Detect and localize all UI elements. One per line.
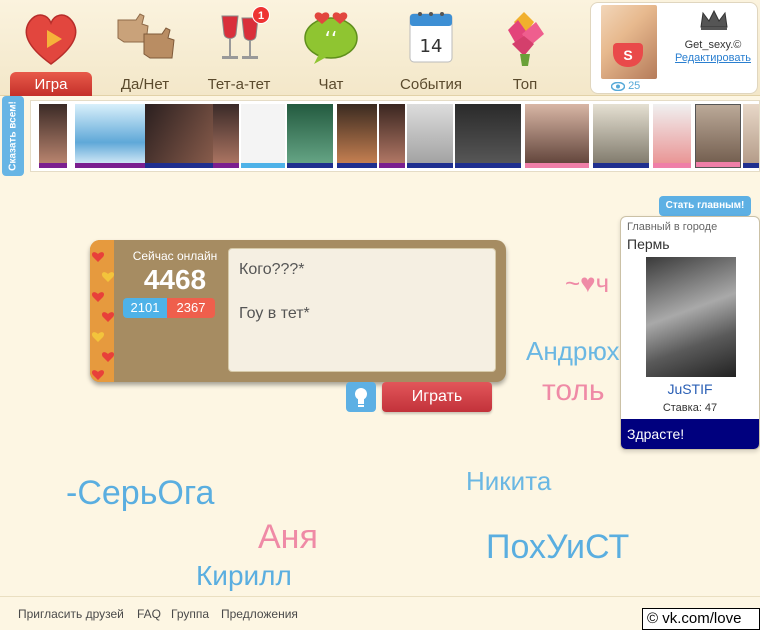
lightbulb-icon xyxy=(355,388,367,407)
name-tag[interactable]: ~♥ч xyxy=(565,268,609,299)
strip-photo[interactable] xyxy=(337,104,377,168)
strip-photo[interactable] xyxy=(145,104,213,168)
strip-photo-bar xyxy=(407,163,453,168)
play-button[interactable]: Играть xyxy=(382,382,492,412)
city-leader-photo[interactable] xyxy=(646,257,736,377)
name-tag[interactable]: Кирилл xyxy=(196,560,292,592)
name-tag[interactable]: ПохУиСТ xyxy=(486,528,629,567)
nav-tete-a-tete[interactable]: 1 Тет-а-тет xyxy=(196,0,282,96)
strip-photo-bar xyxy=(743,163,759,168)
boys-online-count: 2101 xyxy=(123,298,167,318)
thumbs-icon xyxy=(117,13,175,59)
girls-online-count: 2367 xyxy=(167,298,215,318)
strip-photo[interactable] xyxy=(241,104,285,168)
name-tag[interactable]: -СерьОга xyxy=(66,474,214,513)
photo-strip xyxy=(30,100,760,172)
heart-play-icon xyxy=(25,14,77,65)
strip-photo-bar xyxy=(455,163,521,168)
suggestions-link[interactable]: Предложения xyxy=(221,607,298,621)
eye-icon xyxy=(610,81,626,91)
bouquet-icon xyxy=(508,12,544,66)
strip-photo[interactable] xyxy=(743,104,759,168)
nav-tete-a-tete-label: Тет-а-тет xyxy=(207,76,271,93)
profile-views: 25 xyxy=(610,80,641,92)
say-all-label: Сказать всем! xyxy=(7,101,19,171)
edit-profile-link[interactable]: Редактировать xyxy=(667,52,759,64)
chat-heart-icon: ‘‘ xyxy=(304,12,358,64)
faq-link[interactable]: FAQ xyxy=(137,607,161,621)
strip-photo-bar xyxy=(145,163,213,168)
hint-button[interactable] xyxy=(346,382,376,412)
notification-badge: 1 xyxy=(252,6,270,24)
strip-photo-bar xyxy=(653,163,691,168)
strip-photo[interactable] xyxy=(287,104,333,168)
nav-chat[interactable]: ‘‘ Чат xyxy=(288,0,374,96)
message-line: Кого???* xyxy=(239,261,305,278)
svg-text:‘‘: ‘‘ xyxy=(325,27,338,51)
message-box: Кого???* Гоу в тет* xyxy=(228,248,496,372)
message-line: Гоу в тет* xyxy=(239,305,310,322)
strip-photo-bar xyxy=(213,163,239,168)
profile-box: Get_sexy.© Редактировать 25 xyxy=(590,2,758,94)
invite-friends-link[interactable]: Пригласить друзей xyxy=(18,607,124,621)
profile-username: Get_sexy.© xyxy=(684,39,742,51)
nav-events-label: События xyxy=(400,76,462,93)
strip-photo[interactable] xyxy=(695,104,741,168)
strip-photo-bar xyxy=(75,163,145,168)
strip-photo-bar xyxy=(241,163,285,168)
strip-photo-bar xyxy=(337,163,377,168)
nav-yes-no[interactable]: Да/Нет xyxy=(102,0,188,96)
hearts-pattern xyxy=(90,240,114,382)
nav-top[interactable]: Топ xyxy=(482,0,568,96)
strip-photo-bar xyxy=(379,163,405,168)
calendar-icon: 14 xyxy=(409,12,453,63)
calendar-day: 14 xyxy=(420,36,443,57)
game-panel: Сейчас онлайн 4468 2101 2367 Кого???* Го… xyxy=(90,240,506,382)
city-leader-message: Здрасте! xyxy=(621,419,759,449)
strip-photo-bar xyxy=(39,163,67,168)
city-name: Пермь xyxy=(627,236,670,252)
strip-photo[interactable] xyxy=(653,104,691,168)
city-card-title: Главный в городе xyxy=(627,221,718,233)
say-all-button[interactable]: Сказать всем! xyxy=(2,96,24,176)
views-count: 25 xyxy=(628,80,641,92)
strip-photo[interactable] xyxy=(525,104,589,168)
strip-photo[interactable] xyxy=(75,104,145,168)
city-leader-bet: Ставка: 47 xyxy=(662,402,718,414)
strip-photo-bar xyxy=(593,163,649,168)
make-main-button[interactable]: Стать главным! xyxy=(659,196,751,216)
nav-game-label: Игра xyxy=(34,76,68,93)
nav-events[interactable]: 14 События xyxy=(388,0,474,96)
strip-photo[interactable] xyxy=(593,104,649,168)
watermark: © vk.com/love xyxy=(642,608,760,630)
strip-photo[interactable] xyxy=(455,104,521,168)
main-in-city-card: Главный в городе Пермь JuSTIF Ставка: 47… xyxy=(620,216,760,450)
online-count: 4468 xyxy=(143,264,207,295)
nav-game[interactable]: Игра xyxy=(8,0,94,96)
crown-icon xyxy=(700,9,728,30)
nav-top-label: Топ xyxy=(512,76,538,93)
nav-chat-label: Чат xyxy=(318,76,344,93)
strip-photo[interactable] xyxy=(379,104,405,168)
online-label: Сейчас онлайн xyxy=(132,249,218,263)
group-link[interactable]: Группа xyxy=(171,607,209,621)
strip-photo-bar xyxy=(696,162,740,167)
name-tag[interactable]: Аня xyxy=(258,518,318,557)
strip-photo[interactable] xyxy=(407,104,453,168)
name-tag[interactable]: Никита xyxy=(466,466,551,497)
name-tag[interactable]: Андрюх xyxy=(526,336,620,367)
name-tag[interactable]: толь xyxy=(542,374,605,408)
city-leader-name[interactable]: JuSTIF xyxy=(621,381,759,397)
avatar[interactable] xyxy=(601,5,657,79)
strip-photo-bar xyxy=(525,163,589,168)
strip-photo-bar xyxy=(287,163,333,168)
strip-photo[interactable] xyxy=(213,104,239,168)
nav-yes-no-label: Да/Нет xyxy=(120,76,170,93)
strip-photo[interactable] xyxy=(39,104,67,168)
